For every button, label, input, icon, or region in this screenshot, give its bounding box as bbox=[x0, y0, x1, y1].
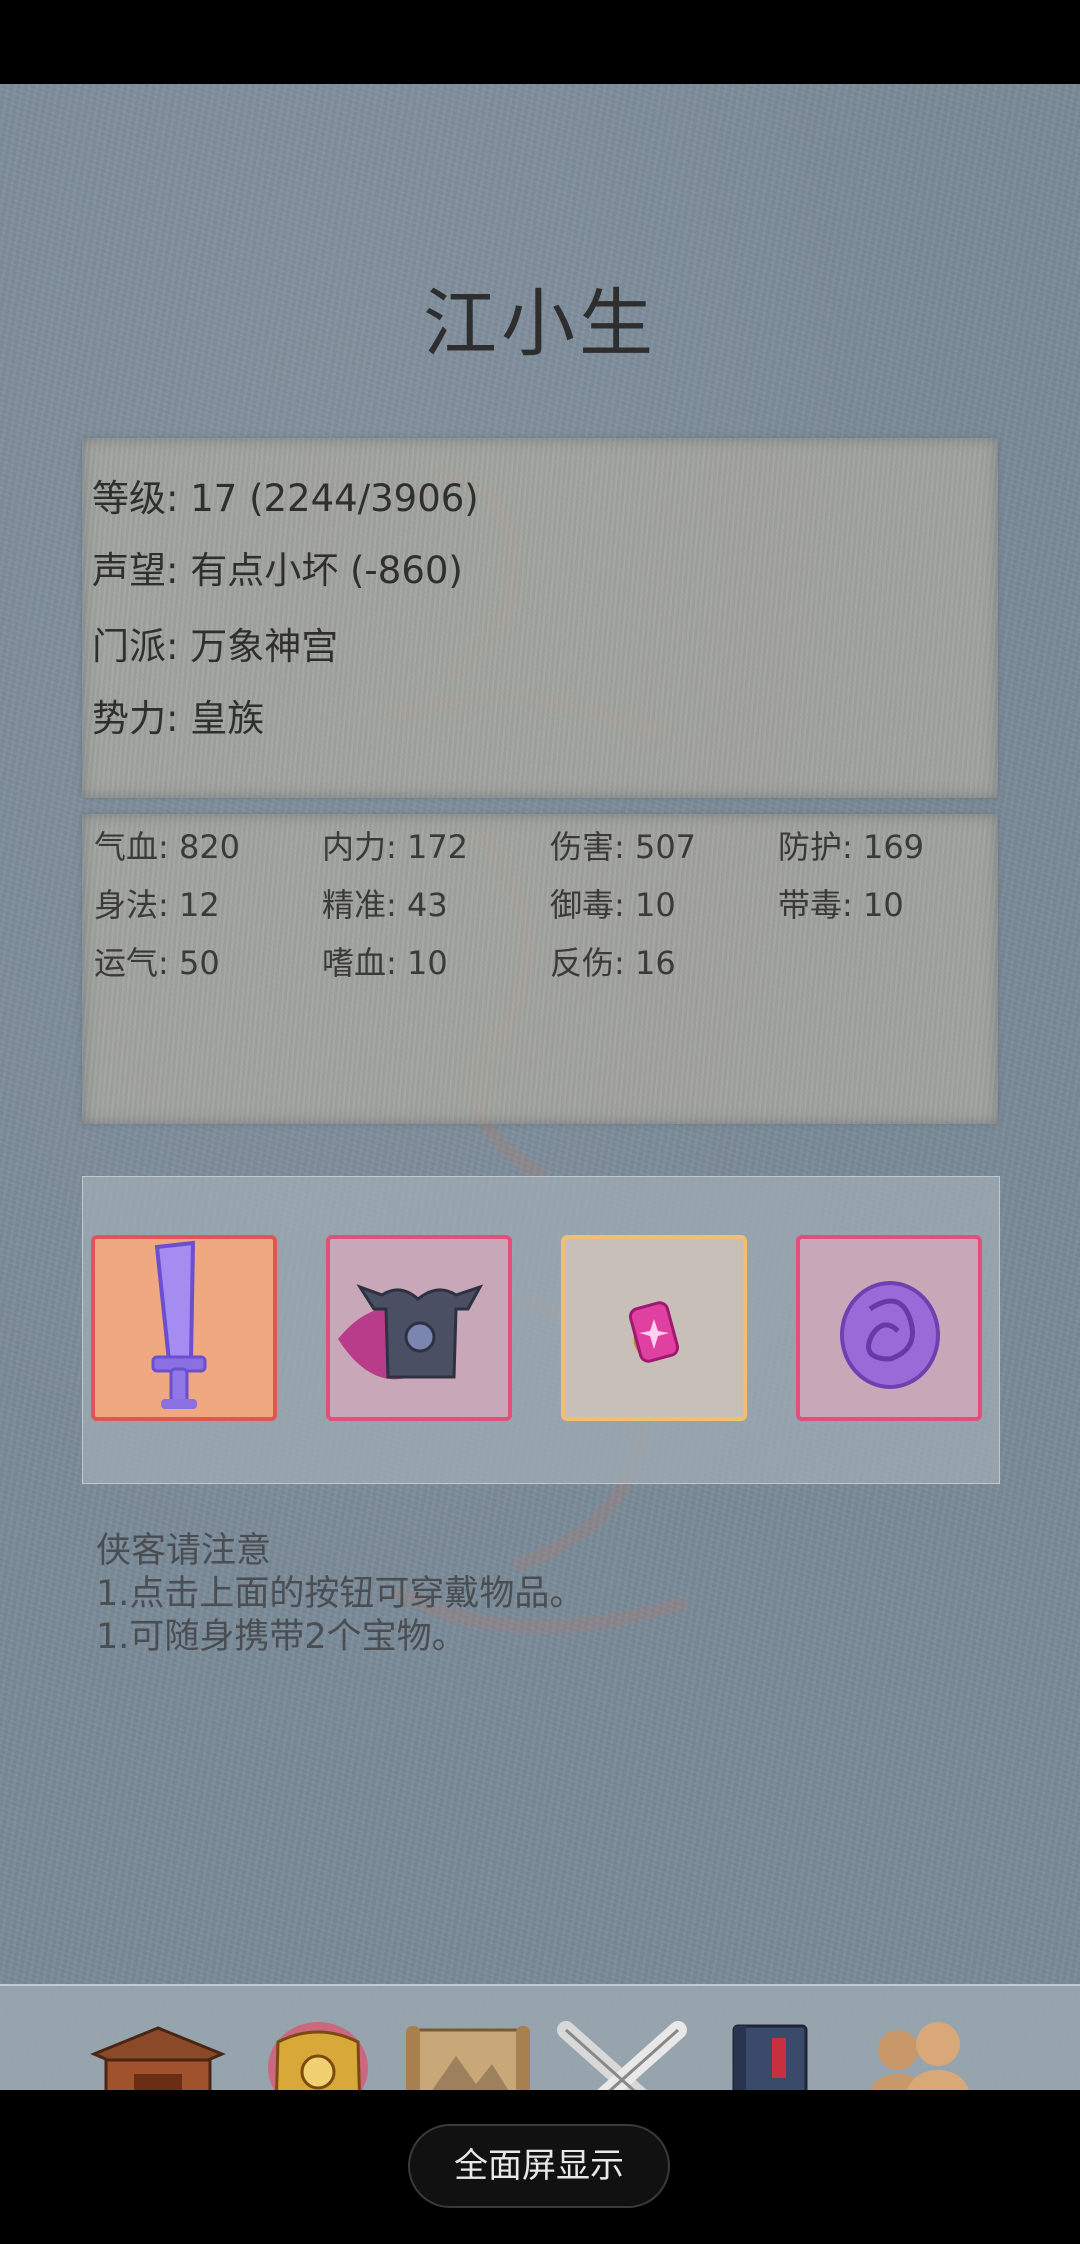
faction-text: 势力: 皇族 bbox=[92, 697, 265, 740]
stat-poison-resist: 御毒: 10 bbox=[550, 886, 676, 924]
stat-damage: 伤害: 507 bbox=[550, 828, 697, 866]
notice-line-1: 1.点击上面的按钮可穿戴物品。 bbox=[96, 1574, 585, 1614]
notice-title: 侠客请注意 bbox=[96, 1531, 272, 1571]
equip-slot-treasure-2[interactable] bbox=[796, 1235, 982, 1421]
stat-lifesteal: 嗜血: 10 bbox=[322, 944, 448, 982]
equip-slot-treasure-1[interactable] bbox=[561, 1235, 747, 1421]
system-nav-bar: 全面屏显示 bbox=[0, 2090, 1080, 2244]
equip-slot-armor[interactable] bbox=[326, 1235, 512, 1421]
notice-text: 侠客请注意 1.点击上面的按钮可穿戴物品。 1.可随身携带2个宝物。 bbox=[96, 1530, 584, 1659]
notice-line-2: 1.可随身携带2个宝物。 bbox=[96, 1617, 467, 1657]
stat-poison: 带毒: 10 bbox=[778, 886, 904, 924]
sword-icon bbox=[151, 1240, 207, 1409]
fullscreen-button[interactable]: 全面屏显示 bbox=[408, 2124, 670, 2208]
attributes-panel: 气血: 820 内力: 172 伤害: 507 防护: 169 身法: 12 精… bbox=[82, 814, 998, 1124]
reputation-text: 声望: 有点小坏 (-860) bbox=[92, 549, 463, 592]
purple-orb-icon bbox=[840, 1281, 940, 1389]
stat-internal-force: 内力: 172 bbox=[322, 828, 469, 866]
stat-reflect: 反伤: 16 bbox=[550, 944, 676, 982]
stat-accuracy: 精准: 43 bbox=[322, 886, 448, 924]
equipment-panel bbox=[82, 1176, 1000, 1484]
status-bar bbox=[0, 0, 1080, 84]
character-info-panel: 等级: 17 (2244/3906) 声望: 有点小坏 (-860) 门派: 万… bbox=[82, 438, 998, 798]
sect-text: 门派: 万象神宫 bbox=[92, 625, 339, 668]
gem-icon bbox=[628, 1301, 680, 1363]
stat-defense: 防护: 169 bbox=[778, 828, 925, 866]
stat-luck: 运气: 50 bbox=[94, 944, 220, 982]
equip-slot-weapon[interactable] bbox=[91, 1235, 277, 1421]
armor-icon bbox=[338, 1284, 484, 1380]
stat-hp: 气血: 820 bbox=[94, 828, 241, 866]
stat-agility: 身法: 12 bbox=[94, 886, 220, 924]
game-screen: 江小生 等级: 17 (2244/3906) 声望: 有点小坏 (-860) 门… bbox=[0, 84, 1080, 2176]
level-text: 等级: 17 (2244/3906) bbox=[92, 477, 479, 520]
character-name: 江小生 bbox=[423, 281, 657, 367]
